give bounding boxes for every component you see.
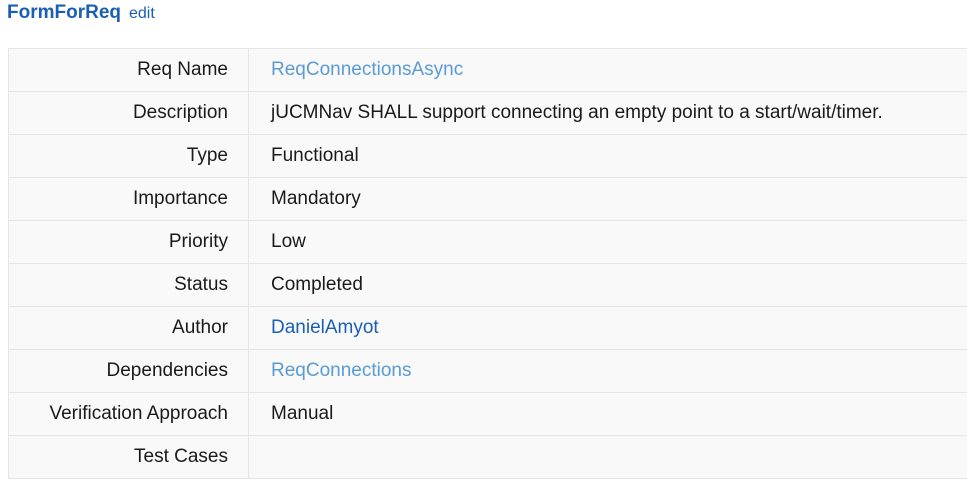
field-value-cell: DanielAmyot: [248, 306, 967, 350]
field-label: Author: [8, 306, 249, 350]
form-header: FormForReq edit: [7, 2, 155, 26]
form-title-link[interactable]: FormForReq: [7, 2, 121, 24]
test-cases-value: [248, 435, 967, 479]
form-row-verification-approach: Verification Approach Manual: [8, 392, 967, 436]
field-value-cell: ReqConnections: [248, 349, 967, 393]
field-label: Priority: [8, 220, 249, 264]
priority-value: Low: [248, 220, 967, 264]
form-row-dependencies: Dependencies ReqConnections: [8, 349, 967, 393]
form-row-type: Type Functional: [8, 134, 967, 178]
field-label: Test Cases: [8, 435, 249, 479]
field-label: Dependencies: [8, 349, 249, 393]
type-value: Functional: [248, 134, 967, 178]
form-row-author: Author DanielAmyot: [8, 306, 967, 350]
author-link[interactable]: DanielAmyot: [271, 317, 379, 338]
field-value-cell: ReqConnectionsAsync: [248, 48, 967, 92]
field-label: Verification Approach: [8, 392, 249, 436]
field-label: Req Name: [8, 48, 249, 92]
status-value: Completed: [248, 263, 967, 307]
form-row-req-name: Req Name ReqConnectionsAsync: [8, 48, 967, 92]
form-row-description: Description jUCMNav SHALL support connec…: [8, 91, 967, 135]
requirement-form-table: Req Name ReqConnectionsAsync Description…: [8, 48, 967, 479]
edit-link[interactable]: edit: [129, 5, 155, 23]
field-label: Importance: [8, 177, 249, 221]
dependency-link[interactable]: ReqConnections: [271, 360, 411, 381]
form-row-priority: Priority Low: [8, 220, 967, 264]
field-label: Description: [8, 91, 249, 135]
verification-approach-value: Manual: [248, 392, 967, 436]
field-label: Status: [8, 263, 249, 307]
description-value: jUCMNav SHALL support connecting an empt…: [248, 91, 967, 135]
form-row-status: Status Completed: [8, 263, 967, 307]
importance-value: Mandatory: [248, 177, 967, 221]
form-row-importance: Importance Mandatory: [8, 177, 967, 221]
form-row-test-cases: Test Cases: [8, 435, 967, 479]
field-label: Type: [8, 134, 249, 178]
req-name-link[interactable]: ReqConnectionsAsync: [271, 59, 463, 80]
